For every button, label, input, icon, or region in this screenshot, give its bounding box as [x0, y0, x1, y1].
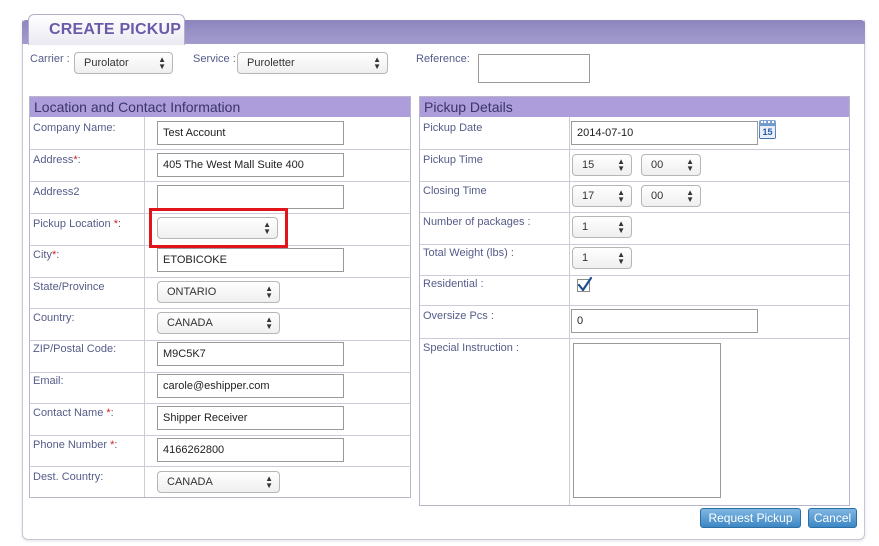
pickup-hour-value: 15 [582, 159, 595, 171]
carrier-label: Carrier : [30, 53, 70, 65]
dest-country-label: Dest. Country: [33, 471, 104, 483]
weight-select[interactable]: 1 ▲ ▼ [572, 247, 632, 269]
phone-input[interactable]: 4166262800 [157, 438, 344, 462]
phone-label: Phone Number *: [33, 439, 118, 451]
service-value: Puroletter [247, 57, 295, 69]
carrier-select[interactable]: Purolator ▲ ▼ [74, 52, 173, 74]
select-arrows-icon: ▲ ▼ [617, 157, 625, 173]
highlight-box [149, 208, 288, 248]
carrier-value: Purolator [84, 57, 129, 69]
state-select[interactable]: ONTARIO ▲ ▼ [157, 281, 280, 303]
email-input[interactable]: carole@eshipper.com [157, 374, 344, 398]
select-arrows-icon: ▲ ▼ [686, 157, 694, 173]
reference-label: Reference: [416, 53, 470, 65]
checkmark-icon [577, 277, 593, 292]
reference-input[interactable] [478, 54, 590, 83]
location-heading: Location and Contact Information [30, 97, 410, 117]
select-arrows-icon: ▲ ▼ [686, 188, 694, 204]
address2-label: Address2 [33, 186, 80, 198]
residential-label: Residential : [423, 278, 484, 290]
closing-time-label: Closing Time [423, 185, 487, 197]
pickup-minute-select[interactable]: 00 ▲ ▼ [641, 154, 701, 176]
select-arrows-icon: ▲ ▼ [617, 250, 625, 266]
pickup-minute-value: 00 [651, 159, 664, 171]
country-label: Country: [33, 312, 75, 324]
closing-minute-select[interactable]: 00 ▲ ▼ [641, 185, 701, 207]
pickup-hour-select[interactable]: 15 ▲ ▼ [572, 154, 632, 176]
weight-label: Total Weight (lbs) : [423, 247, 514, 259]
contact-name-input[interactable]: Shipper Receiver [157, 406, 344, 430]
request-pickup-button[interactable]: Request Pickup [700, 508, 801, 528]
oversize-input[interactable]: 0 [571, 309, 758, 333]
select-arrows-icon: ▲ ▼ [617, 219, 625, 235]
select-arrows-icon: ▲ ▼ [265, 315, 273, 331]
zip-label: ZIP/Postal Code: [33, 343, 117, 355]
dest-country-select[interactable]: CANADA ▲ ▼ [157, 471, 280, 493]
create-pickup-tab[interactable]: CREATE PICKUP [28, 14, 185, 45]
select-arrows-icon: ▲ ▼ [158, 55, 166, 71]
closing-hour-select[interactable]: 17 ▲ ▼ [572, 185, 632, 207]
weight-value: 1 [582, 252, 589, 264]
cancel-button[interactable]: Cancel [808, 508, 857, 528]
residential-checkbox[interactable] [577, 277, 593, 292]
country-value: CANADA [167, 317, 213, 329]
address-label: Address*: [33, 154, 81, 166]
closing-minute-value: 00 [651, 190, 664, 202]
calendar-day: 15 [760, 126, 775, 138]
address2-input[interactable] [157, 185, 344, 209]
instruction-textarea[interactable] [573, 343, 721, 498]
select-arrows-icon: ▲ ▼ [373, 55, 381, 71]
closing-hour-value: 17 [582, 190, 595, 202]
address-input[interactable]: 405 The West Mall Suite 400 [157, 153, 344, 177]
service-select[interactable]: Puroletter ▲ ▼ [237, 52, 388, 74]
pickup-time-label: Pickup Time [423, 154, 483, 166]
select-arrows-icon: ▲ ▼ [265, 474, 273, 490]
packages-select[interactable]: 1 ▲ ▼ [572, 216, 632, 238]
zip-input[interactable]: M9C5K7 [157, 342, 344, 366]
state-label: State/Province [33, 281, 105, 293]
packages-value: 1 [582, 221, 589, 233]
email-label: Email: [33, 375, 64, 387]
calendar-icon[interactable]: 15 [759, 120, 776, 139]
company-name-label: Company Name: [33, 122, 116, 134]
company-name-input[interactable]: Test Account [157, 121, 344, 145]
pickup-details-heading: Pickup Details [420, 97, 849, 117]
instruction-label: Special Instruction : [423, 342, 519, 354]
state-value: ONTARIO [167, 286, 217, 298]
country-select[interactable]: CANADA ▲ ▼ [157, 312, 280, 334]
pickup-location-label: Pickup Location *: [33, 218, 122, 230]
city-input[interactable]: ETOBICOKE [157, 248, 344, 272]
oversize-label: Oversize Pcs : [423, 310, 494, 322]
service-label: Service : [193, 53, 236, 65]
city-label: City*: [33, 249, 60, 261]
pickup-date-label: Pickup Date [423, 122, 483, 134]
select-arrows-icon: ▲ ▼ [265, 284, 273, 300]
packages-label: Number of packages : [423, 216, 531, 228]
contact-name-label: Contact Name *: [33, 407, 114, 419]
select-arrows-icon: ▲ ▼ [617, 188, 625, 204]
pickup-date-input[interactable]: 2014-07-10 [571, 121, 758, 145]
dest-country-value: CANADA [167, 476, 213, 488]
